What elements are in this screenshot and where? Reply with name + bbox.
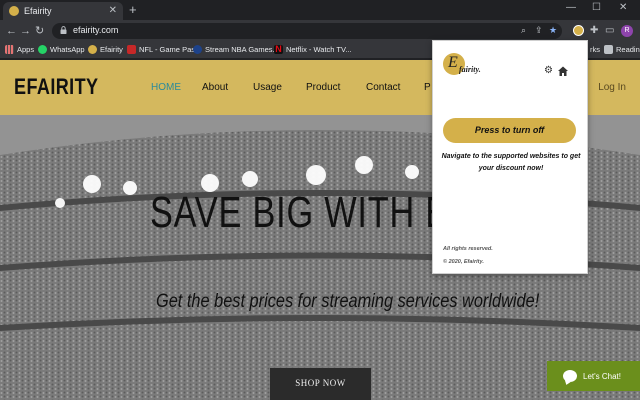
efairity-favicon-icon (9, 6, 19, 16)
bookmark-label: NFL - Game Pass (139, 45, 199, 54)
close-window-icon[interactable]: ✕ (619, 2, 627, 13)
forward-icon[interactable]: → (20, 24, 31, 38)
new-tab-button[interactable]: + (129, 3, 137, 17)
gear-icon[interactable]: ⚙ (544, 66, 553, 76)
bookmark-label: Stream NBA Games... (205, 45, 279, 54)
chat-bubble-icon (563, 370, 577, 382)
bookmark-netflix[interactable]: N Netflix - Watch TV... (274, 45, 352, 54)
bookmark-efairity[interactable]: Efairity (88, 45, 123, 54)
profile-avatar[interactable]: R (621, 25, 633, 37)
tab-strip: Efairity ✕ + — ☐ ✕ (0, 0, 640, 20)
turn-off-button[interactable]: Press to turn off (443, 118, 576, 143)
lock-icon (60, 26, 67, 34)
media-controls-icon[interactable]: ▭ (605, 25, 614, 37)
bookmark-other[interactable]: rks (590, 45, 600, 54)
reload-icon[interactable]: ↻ (35, 24, 44, 38)
rights-text: All rights reserved. (443, 246, 493, 252)
browser-toolbar: ← → ↻ efairity.com ⌕ ⇪ ★ ✚ ▭ R (0, 20, 640, 42)
minimize-window-icon[interactable]: — (566, 2, 576, 13)
maximize-window-icon[interactable]: ☐ (592, 2, 601, 13)
apps-grid-icon (5, 45, 14, 54)
bookmark-star-icon[interactable]: ★ (549, 25, 557, 36)
tab-title: Efairity (24, 6, 52, 16)
logo-letter: E (448, 54, 458, 71)
nav-product[interactable]: Product (306, 82, 340, 93)
share-icon[interactable]: ⇪ (535, 25, 543, 36)
browser-tab[interactable]: Efairity ✕ (3, 2, 123, 20)
close-tab-icon[interactable]: ✕ (109, 6, 117, 16)
bookmark-apps[interactable]: Apps (5, 45, 34, 54)
chat-widget-button[interactable]: Let's Chat! (547, 361, 640, 391)
url-text: efairity.com (73, 25, 119, 35)
popup-message: Navigate to the supported websites to ge… (441, 153, 581, 172)
nav-home[interactable]: HOME (151, 82, 181, 93)
efairity-icon (88, 45, 97, 54)
bookmark-reading-list[interactable]: Reading (604, 45, 640, 54)
bookmark-label: WhatsApp (50, 45, 85, 54)
hero-tagline: Get the best prices for streaming servic… (156, 291, 540, 312)
reading-list-icon (604, 45, 613, 54)
login-link[interactable]: Log In (598, 82, 626, 93)
address-bar[interactable]: efairity.com ⌕ ⇪ ★ (52, 23, 562, 39)
extensions-puzzle-icon[interactable]: ✚ (590, 25, 598, 37)
bookmark-nba[interactable]: Stream NBA Games... (193, 45, 279, 54)
site-logo[interactable]: EFAIRITY (14, 74, 98, 100)
search-icon[interactable]: ⌕ (521, 25, 526, 36)
netflix-icon: N (274, 44, 283, 54)
bookmark-whatsapp[interactable]: WhatsApp (38, 45, 85, 54)
nba-icon (193, 45, 202, 54)
efairity-extension-icon[interactable] (573, 25, 584, 36)
whatsapp-icon (38, 45, 47, 54)
nfl-icon (127, 45, 136, 54)
copyright-text: © 2020, Efairity. (443, 259, 484, 265)
efairity-extension-popup: E fairity. ⚙ Press to turn off Navigate … (432, 40, 588, 274)
bookmark-label: rks (590, 45, 600, 54)
home-icon[interactable] (557, 65, 569, 77)
popup-brand-name: fairity. (459, 65, 481, 74)
bookmark-nfl[interactable]: NFL - Game Pass (127, 45, 199, 54)
bookmark-label: Reading (616, 45, 640, 54)
nav-usage[interactable]: Usage (253, 82, 282, 93)
chat-label: Let's Chat! (583, 371, 621, 381)
bookmark-label: Apps (17, 45, 35, 54)
nav-partial[interactable]: P (424, 82, 431, 93)
nav-about[interactable]: About (202, 82, 228, 93)
bookmark-label: Efairity (100, 45, 123, 54)
back-icon[interactable]: ← (6, 24, 17, 38)
bookmark-label: Netflix - Watch TV... (286, 45, 352, 54)
nav-contact[interactable]: Contact (366, 82, 400, 93)
shop-now-button[interactable]: SHOP NOW (270, 368, 371, 400)
